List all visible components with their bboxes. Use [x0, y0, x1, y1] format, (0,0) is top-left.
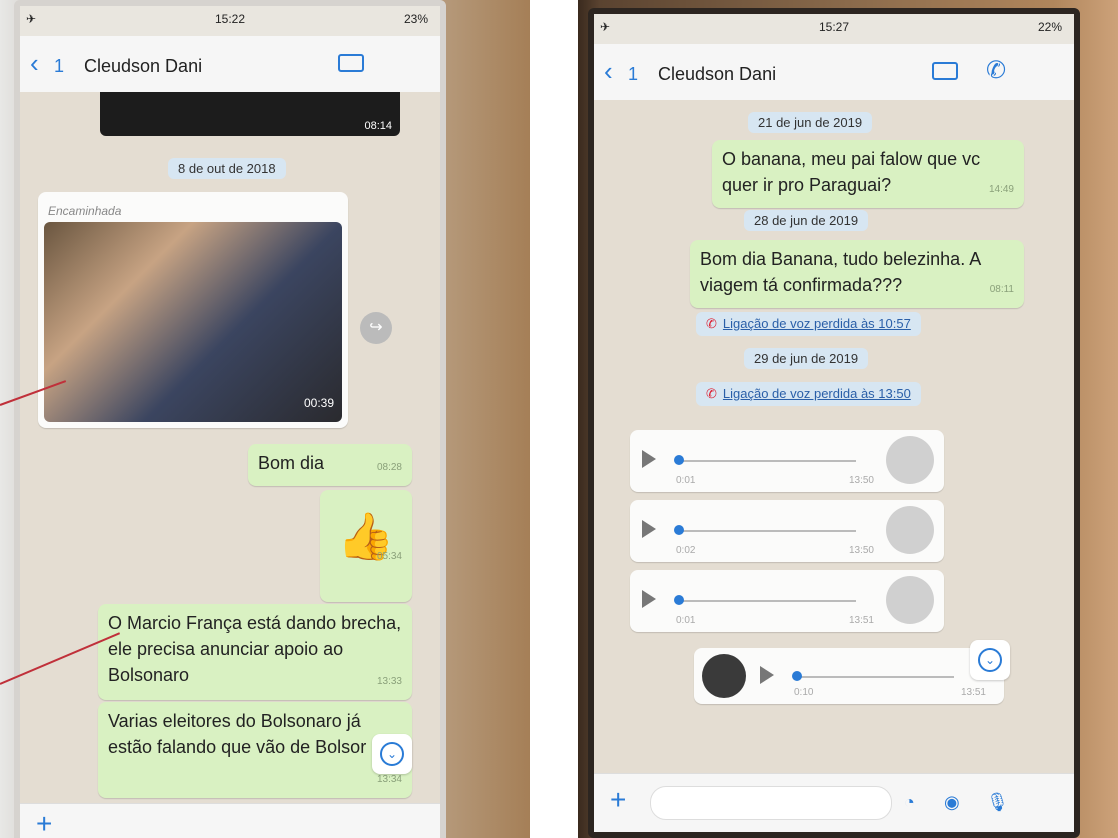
chat-area: 21 de jun de 2019 O banana, meu pai falo…	[594, 100, 1074, 832]
message-bubble[interactable]: O banana, meu pai falow que vc quer ir p…	[712, 140, 1024, 208]
plus-icon[interactable]: +	[610, 784, 626, 816]
status-time: 15:22	[214, 12, 246, 26]
video-call-icon[interactable]	[338, 54, 364, 72]
scroll-down-button[interactable]: ⌄	[970, 640, 1010, 680]
date-label: 28 de jun de 2019	[744, 210, 869, 231]
input-bar: +	[20, 803, 440, 838]
message-bubble[interactable]: Varias eleitores do Bolsonaro já estão f…	[98, 702, 412, 798]
video-call-icon[interactable]	[932, 62, 958, 80]
contact-name[interactable]: Cleudson Dani	[658, 64, 776, 85]
avatar	[886, 506, 934, 554]
status-time: 15:27	[818, 20, 850, 34]
message-input[interactable]	[650, 786, 892, 820]
status-bar: ✈ 15:22 23%	[20, 12, 440, 34]
chat-area: 08:14 8 de out de 2018 Encaminhada 00:39…	[20, 92, 440, 838]
chevron-down-icon: ⌄	[978, 648, 1002, 672]
battery-level: 23%	[403, 12, 428, 26]
video-duration: 08:14	[364, 120, 392, 132]
date-label: 8 de out de 2018	[168, 158, 286, 179]
message-bubble[interactable]: Bom dia 08:28	[248, 444, 412, 486]
status-bar: ✈ 15:27 22%	[594, 20, 1074, 42]
phone-screen-left: ✈ 15:22 23% ‹ 1 Cleudson Dani 08:14 8 de…	[14, 0, 446, 838]
forward-share-icon[interactable]: ↪	[360, 312, 392, 344]
forwarded-video-message[interactable]: Encaminhada 00:39	[38, 192, 348, 428]
audio-message[interactable]: 0:01 13:51	[630, 570, 944, 632]
left-photo: ✈ 15:22 23% ‹ 1 Cleudson Dani 08:14 8 de…	[0, 0, 530, 838]
phone-screen-right: ✈ 15:27 22% ‹ 1 Cleudson Dani ✆ 21 de ju…	[588, 8, 1080, 838]
back-chevron-icon[interactable]: ‹	[604, 58, 613, 84]
missed-call-icon: ✆	[706, 386, 717, 401]
message-bubble[interactable]: Bom dia Banana, tudo belezinha. A viagem…	[690, 240, 1024, 308]
play-icon[interactable]	[642, 520, 656, 538]
play-icon[interactable]	[642, 450, 656, 468]
avatar	[886, 436, 934, 484]
right-photo: ✈ 15:27 22% ‹ 1 Cleudson Dani ✆ 21 de ju…	[578, 0, 1118, 838]
chat-header: ‹ 1 Cleudson Dani ✆	[594, 44, 1074, 101]
forwarded-label: Encaminhada	[48, 204, 122, 218]
back-chevron-icon[interactable]: ‹	[30, 50, 39, 76]
phone-call-icon[interactable]: ✆	[986, 56, 1006, 85]
contact-name[interactable]: Cleudson Dani	[84, 56, 202, 77]
missed-call-notice[interactable]: ✆ Ligação de voz perdida às 10:57	[696, 312, 921, 336]
message-bubble[interactable]: O Marcio França está dando brecha, ele p…	[98, 604, 412, 700]
chat-header: ‹ 1 Cleudson Dani	[20, 36, 440, 93]
group-photo[interactable]: 00:39	[44, 222, 342, 422]
scroll-down-button[interactable]: ⌄	[372, 734, 412, 774]
plus-icon[interactable]: +	[36, 808, 52, 838]
camera-icon[interactable]: ◉	[944, 792, 960, 813]
missed-call-icon: ✆	[706, 316, 717, 331]
thumbs-up-message[interactable]: 👍 05:34	[320, 490, 412, 602]
avatar	[886, 576, 934, 624]
photo-video-duration: 00:39	[303, 396, 334, 410]
audio-message[interactable]: 0:02 13:50	[630, 500, 944, 562]
sticker-icon[interactable]: ◔	[904, 792, 915, 813]
avatar	[702, 654, 746, 698]
missed-call-notice[interactable]: ✆ Ligação de voz perdida às 13:50	[696, 382, 921, 406]
input-bar: + ◔ ◉ 🎙	[594, 773, 1074, 832]
video-thumbnail[interactable]: 08:14	[100, 92, 400, 136]
battery-level: 22%	[1037, 20, 1062, 34]
play-icon[interactable]	[760, 666, 774, 684]
date-label: 29 de jun de 2019	[744, 348, 869, 369]
sent-audio-message[interactable]: 0:10 13:51	[694, 648, 1004, 704]
play-icon[interactable]	[642, 590, 656, 608]
date-label: 21 de jun de 2019	[748, 112, 873, 133]
audio-message[interactable]: 0:01 13:50	[630, 430, 944, 492]
chevron-down-icon: ⌄	[380, 742, 404, 766]
back-count[interactable]: 1	[54, 56, 64, 77]
back-count[interactable]: 1	[628, 64, 638, 85]
microphone-icon[interactable]: 🎙	[986, 792, 1009, 813]
